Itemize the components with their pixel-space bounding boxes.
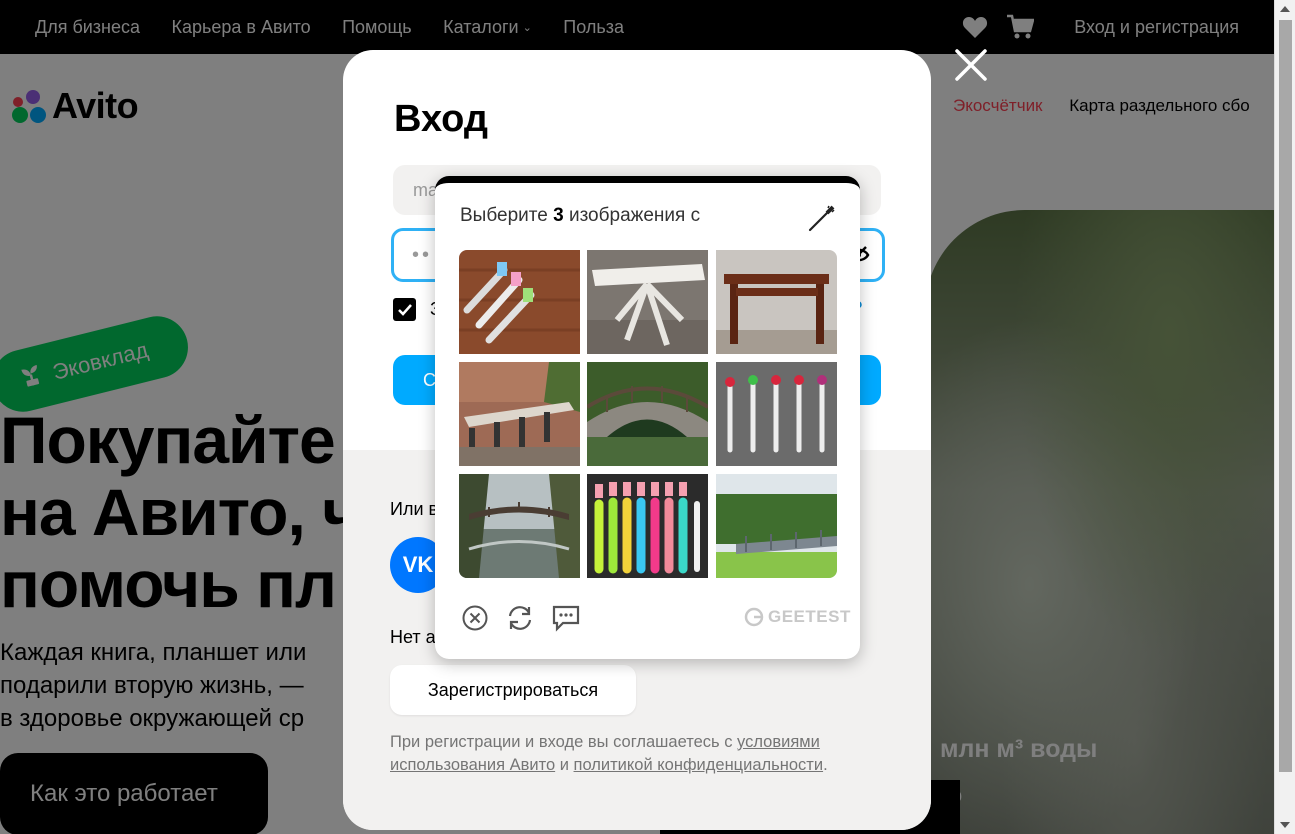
terms-text: При регистрации и входе вы соглашаетесь …: [390, 731, 890, 777]
captcha-tile-stone-arch-bridge[interactable]: [587, 362, 708, 466]
social-login-label: Или в: [390, 499, 439, 519]
captcha-tile-long-table-outdoors[interactable]: [459, 362, 580, 466]
vk-logo-icon: VK: [402, 552, 434, 577]
scroll-up-arrow-icon[interactable]: [1280, 6, 1290, 12]
captcha-tile-toothbrushes-on-wood[interactable]: [459, 250, 580, 354]
captcha-dialog: Выберите 3 изображения с GEETEST: [435, 176, 860, 659]
terms-suffix: .: [823, 756, 828, 774]
page-scrollbar[interactable]: [1274, 0, 1295, 834]
terms-prefix: При регистрации и входе вы соглашаетесь …: [390, 733, 738, 751]
captcha-tile-footbridge-over-river[interactable]: [459, 474, 580, 578]
no-account-label: Нет а: [390, 627, 436, 647]
geetest-brand: GEETEST: [744, 607, 851, 627]
remember-checkbox[interactable]: [393, 298, 416, 321]
toothbrush-icon: [807, 203, 837, 238]
terms-mid: и: [555, 756, 574, 774]
captcha-tile-bridge-in-greenery[interactable]: [716, 474, 837, 578]
remember-me[interactable]: З: [393, 298, 441, 321]
captcha-question-count: 3: [553, 205, 564, 226]
refresh-icon[interactable]: [505, 603, 535, 638]
scroll-down-arrow-icon[interactable]: [1280, 822, 1290, 828]
close-circle-icon[interactable]: [461, 604, 489, 637]
captcha-question-prefix: Выберите: [460, 205, 554, 226]
geetest-logo-icon: [744, 607, 764, 627]
geetest-label: GEETEST: [768, 607, 851, 626]
captcha-tile-colorful-toothbrushes[interactable]: [587, 474, 708, 578]
close-icon[interactable]: [953, 47, 989, 83]
captcha-question-suffix: изображения с: [563, 205, 701, 226]
captcha-tile-wooden-table[interactable]: [716, 250, 837, 354]
login-title: Вход: [394, 98, 488, 140]
password-value: ••: [412, 243, 433, 266]
privacy-policy-link[interactable]: политикой конфиденциальности: [574, 756, 824, 774]
register-button[interactable]: Зарегистрироваться: [390, 665, 636, 715]
feedback-icon[interactable]: [551, 604, 581, 637]
captcha-tile-white-table[interactable]: [587, 250, 708, 354]
captcha-toolbar: [461, 603, 581, 638]
captcha-question: Выберите 3 изображения с: [460, 205, 700, 227]
scrollbar-thumb[interactable]: [1279, 20, 1292, 772]
captcha-tile-toothbrush-row-gray[interactable]: [716, 362, 837, 466]
